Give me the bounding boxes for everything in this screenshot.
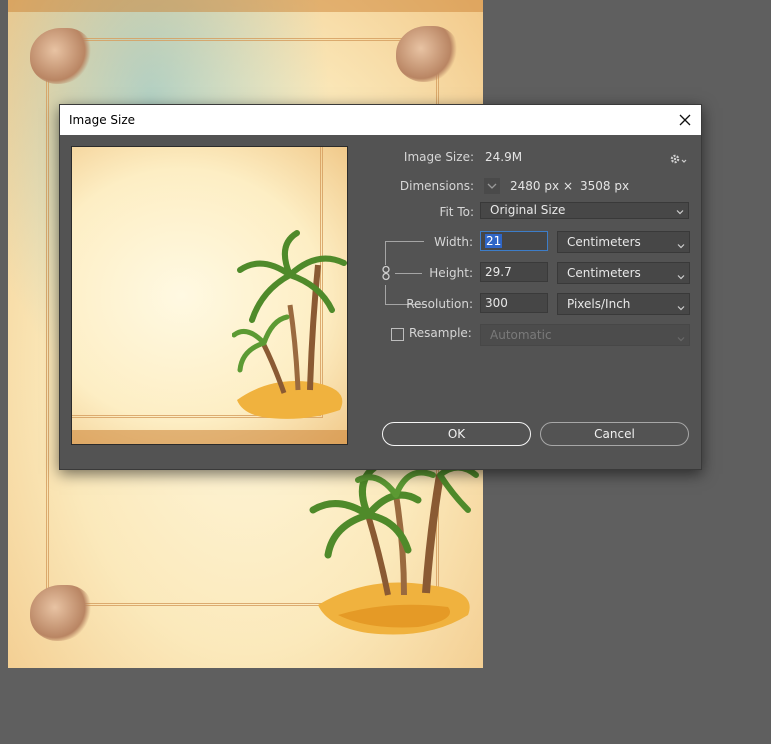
cancel-button[interactable]: Cancel [540, 422, 689, 446]
resample-method-dropdown: Automatic [480, 324, 690, 346]
height-unit-dropdown[interactable]: Centimeters [557, 262, 690, 284]
height-input[interactable]: 29.7 [480, 262, 548, 282]
resolution-unit-value: Pixels/Inch [567, 297, 631, 311]
chevron-down-icon[interactable] [484, 178, 500, 194]
gear-icon[interactable] [669, 151, 687, 170]
corner-ornament-top-right [396, 26, 458, 82]
resolution-label: Resolution: [406, 297, 473, 311]
dimensions-times-sign: × [563, 179, 574, 193]
resolution-value: 300 [485, 296, 508, 310]
width-value: 21 [485, 234, 503, 248]
dimensions-height-value: 3508 px [580, 179, 630, 193]
image-preview[interactable] [71, 146, 348, 445]
palm-tree-illustration [309, 461, 479, 635]
resolution-input[interactable]: 300 [480, 293, 548, 313]
image-size-dialog: Image Size Image Size: 24.9M Dimensions:… [59, 104, 702, 470]
width-unit-dropdown[interactable]: Centimeters [557, 231, 690, 253]
ok-button[interactable]: OK [382, 422, 531, 446]
corner-ornament-bottom-left [30, 585, 92, 641]
image-size-label: Image Size: [403, 150, 474, 164]
fit-to-dropdown[interactable]: Original Size [480, 202, 689, 219]
fit-to-label: Fit To: [439, 205, 474, 219]
width-label: Width: [434, 235, 473, 249]
resolution-unit-dropdown[interactable]: Pixels/Inch [557, 293, 690, 315]
preview-bottom-edge [72, 430, 347, 444]
height-value: 29.7 [485, 265, 512, 279]
dialog-titlebar[interactable]: Image Size [60, 105, 701, 135]
chevron-down-icon [676, 330, 686, 342]
chevron-down-icon [676, 237, 686, 249]
dimensions-label: Dimensions: [399, 179, 474, 193]
preview-palm-illustration [232, 230, 347, 419]
canvas-top-edge [8, 0, 483, 12]
dimensions-width-value: 2480 px [510, 179, 560, 193]
chevron-down-icon [676, 268, 686, 280]
height-label: Height: [429, 266, 473, 280]
resample-label[interactable]: Resample: [409, 326, 472, 340]
chevron-down-icon [675, 206, 685, 216]
close-icon[interactable] [669, 105, 701, 135]
chevron-down-icon [676, 299, 686, 311]
dialog-title: Image Size [69, 113, 136, 127]
width-input[interactable]: 21 [480, 231, 548, 251]
width-unit-value: Centimeters [567, 235, 641, 249]
image-size-value: 24.9M [485, 150, 523, 164]
resample-checkbox[interactable] [391, 328, 404, 341]
height-unit-value: Centimeters [567, 266, 641, 280]
resample-method-value: Automatic [490, 328, 552, 342]
fit-to-value: Original Size [490, 203, 566, 217]
